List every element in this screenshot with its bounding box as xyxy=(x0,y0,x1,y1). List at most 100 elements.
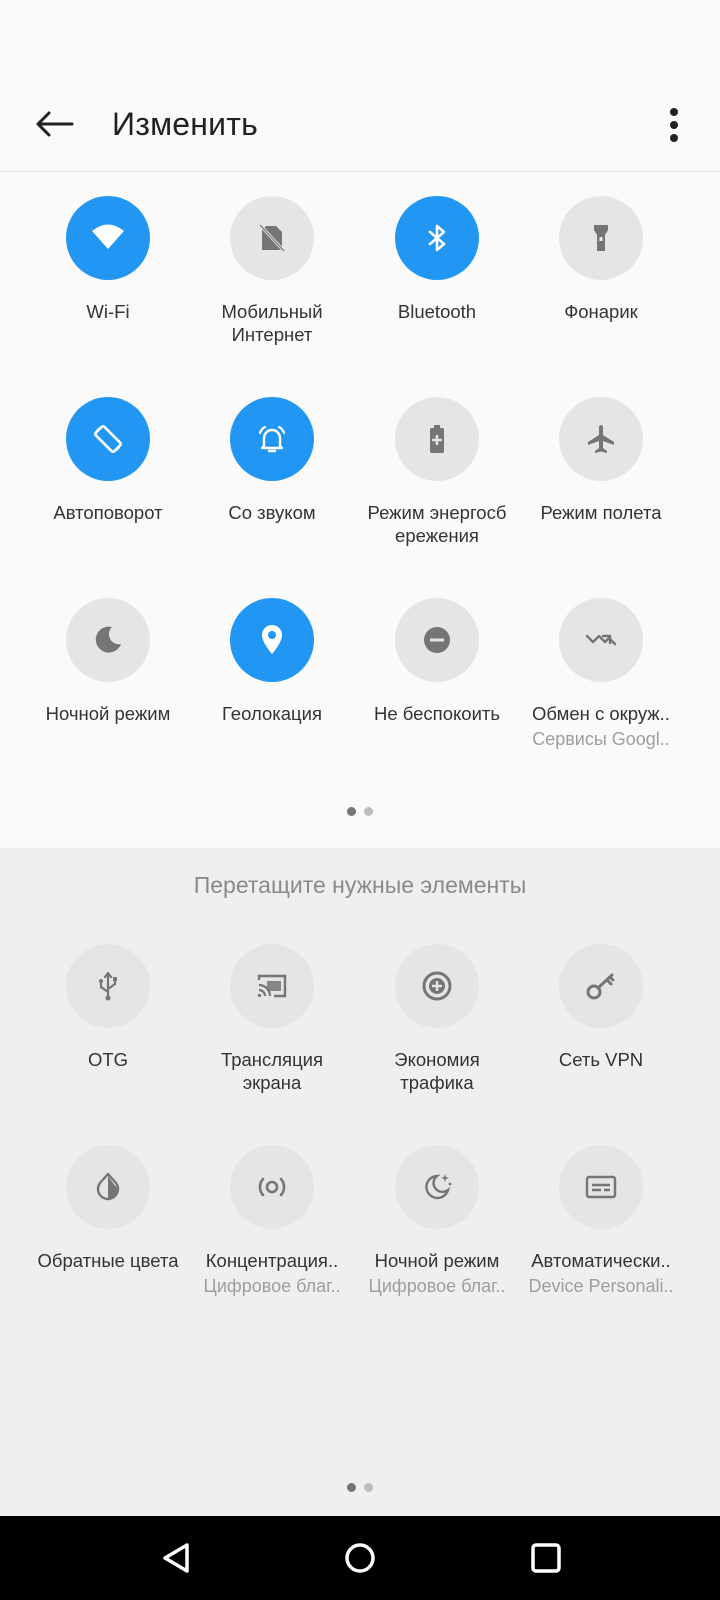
tile-toggle[interactable] xyxy=(395,1145,479,1229)
tile-auto-caption[interactable]: Автоматически.. Device Personali.. xyxy=(517,1145,685,1297)
tile-label: Обмен с окруж.. xyxy=(532,703,670,724)
flashlight-icon xyxy=(594,225,608,251)
tile-label: Bluetooth xyxy=(397,301,477,322)
square-recents-icon xyxy=(531,1543,561,1573)
tile-flashlight[interactable]: Фонарик xyxy=(517,196,685,323)
tile-toggle[interactable] xyxy=(559,598,643,682)
tile-label: Wi-Fi xyxy=(86,301,130,322)
tile-toggle[interactable] xyxy=(230,397,314,481)
tile-toggle[interactable] xyxy=(395,397,479,481)
moon-icon xyxy=(95,626,121,653)
cast-icon xyxy=(257,974,287,998)
bedtime-icon xyxy=(425,1174,452,1200)
usb-icon xyxy=(99,971,117,1001)
tile-invert-colors[interactable]: Обратные цвета xyxy=(24,1145,192,1272)
tile-label: Фонарик xyxy=(564,301,638,322)
airplane-icon xyxy=(588,425,614,453)
drag-hint: Перетащите нужные элементы xyxy=(193,872,527,898)
tile-label: Автоматически.. xyxy=(531,1250,671,1271)
tile-toggle[interactable] xyxy=(230,196,314,280)
page-dot-2[interactable] xyxy=(364,807,373,816)
tile-sound[interactable]: Со звуком xyxy=(188,397,356,524)
tile-label: Автоповорот xyxy=(53,502,163,523)
tile-toggle[interactable] xyxy=(559,944,643,1028)
tile-location[interactable]: Геолокация xyxy=(188,598,356,725)
tile-label: Не беспокоить xyxy=(373,703,501,724)
tile-sublabel: Цифровое благ.. xyxy=(203,1276,341,1296)
tile-label: Концентрация.. xyxy=(205,1250,339,1271)
tile-wifi[interactable]: Wi-Fi xyxy=(24,196,192,323)
tile-toggle[interactable] xyxy=(230,1145,314,1229)
page-indicator-active xyxy=(0,807,720,816)
page-dot-1[interactable] xyxy=(347,807,356,816)
wifi-icon xyxy=(92,224,124,249)
tile-label: Ночной режим xyxy=(374,1250,500,1271)
nav-back-button[interactable] xyxy=(148,1530,204,1586)
nav-home-button[interactable] xyxy=(332,1530,388,1586)
tile-toggle[interactable] xyxy=(66,397,150,481)
tile-mobile-data[interactable]: Мобильный Интернет xyxy=(188,196,356,346)
tile-label: OTG xyxy=(87,1049,129,1070)
tile-toggle[interactable] xyxy=(66,1145,150,1229)
invert-colors-icon xyxy=(96,1172,120,1201)
tile-toggle[interactable] xyxy=(395,598,479,682)
focus-icon xyxy=(258,1177,286,1197)
tile-vpn[interactable]: Сеть VPN xyxy=(517,944,685,1071)
arrow-left-icon xyxy=(36,111,74,137)
tile-toggle[interactable] xyxy=(559,397,643,481)
tile-label: Геолокация xyxy=(222,703,322,724)
tile-label: Режим полета xyxy=(540,502,662,523)
tile-bluetooth[interactable]: Bluetooth xyxy=(353,196,521,323)
tile-otg[interactable]: OTG xyxy=(24,944,192,1071)
tile-toggle[interactable] xyxy=(230,598,314,682)
tile-label: Трансляция экрана xyxy=(220,1049,324,1093)
bluetooth-icon xyxy=(428,224,446,252)
rotate-icon xyxy=(93,424,123,454)
tile-sublabel: Сервисы Googl.. xyxy=(532,729,670,749)
key-icon xyxy=(586,973,615,1000)
tile-label: Мобильный Интернет xyxy=(221,301,323,345)
tile-sublabel: Device Personali.. xyxy=(528,1276,674,1296)
tile-label: Сеть VPN xyxy=(558,1049,644,1070)
tile-battery-saver[interactable]: Режим энергосб ережения xyxy=(353,397,521,547)
more-vertical-icon xyxy=(670,108,678,142)
page-dot-1[interactable] xyxy=(347,1483,356,1492)
navigation-bar xyxy=(0,1516,720,1600)
tile-toggle[interactable] xyxy=(395,944,479,1028)
tile-label: Режим энергосб ережения xyxy=(367,502,507,546)
tile-autorotate[interactable]: Автоповорот xyxy=(24,397,192,524)
tile-sublabel: Цифровое благ.. xyxy=(368,1276,506,1296)
back-button[interactable] xyxy=(28,102,80,146)
tile-bedtime-mode[interactable]: Ночной режим Цифровое благ.. xyxy=(353,1145,521,1297)
tile-nearby-share[interactable]: Обмен с окруж.. Сервисы Googl.. xyxy=(517,598,685,750)
page-dot-2[interactable] xyxy=(364,1483,373,1492)
tile-night-mode[interactable]: Ночной режим xyxy=(24,598,192,725)
page-indicator-available xyxy=(0,1483,720,1492)
tile-focus-mode[interactable]: Концентрация.. Цифровое благ.. xyxy=(188,1145,356,1297)
bell-icon xyxy=(258,425,286,453)
location-pin-icon xyxy=(262,625,282,654)
data-saver-icon xyxy=(422,971,452,1001)
tile-label: Ночной режим xyxy=(45,703,171,724)
tile-toggle[interactable] xyxy=(230,944,314,1028)
tile-dnd[interactable]: Не беспокоить xyxy=(353,598,521,725)
page-title: Изменить xyxy=(112,106,258,142)
tile-toggle[interactable] xyxy=(395,196,479,280)
circle-home-icon xyxy=(345,1543,375,1573)
tile-toggle[interactable] xyxy=(66,598,150,682)
nav-recents-button[interactable] xyxy=(518,1530,574,1586)
tile-toggle[interactable] xyxy=(559,196,643,280)
top-app-bar: Изменить xyxy=(0,0,720,172)
tile-data-saver[interactable]: Экономия трафика xyxy=(353,944,521,1094)
tile-label: Со звуком xyxy=(228,502,316,523)
more-options-button[interactable] xyxy=(654,100,694,150)
tile-toggle[interactable] xyxy=(559,1145,643,1229)
caption-icon xyxy=(585,1175,617,1199)
tile-label: Экономия трафика xyxy=(394,1049,480,1093)
tile-toggle[interactable] xyxy=(66,944,150,1028)
tile-label: Обратные цвета xyxy=(37,1250,179,1271)
tile-airplane[interactable]: Режим полета xyxy=(517,397,685,524)
quick-settings-edit-screen: Изменить Wi-Fi Мобильный Интернет Bluetoot… xyxy=(0,0,720,1600)
tile-toggle[interactable] xyxy=(66,196,150,280)
tile-cast[interactable]: Трансляция экрана xyxy=(188,944,356,1094)
